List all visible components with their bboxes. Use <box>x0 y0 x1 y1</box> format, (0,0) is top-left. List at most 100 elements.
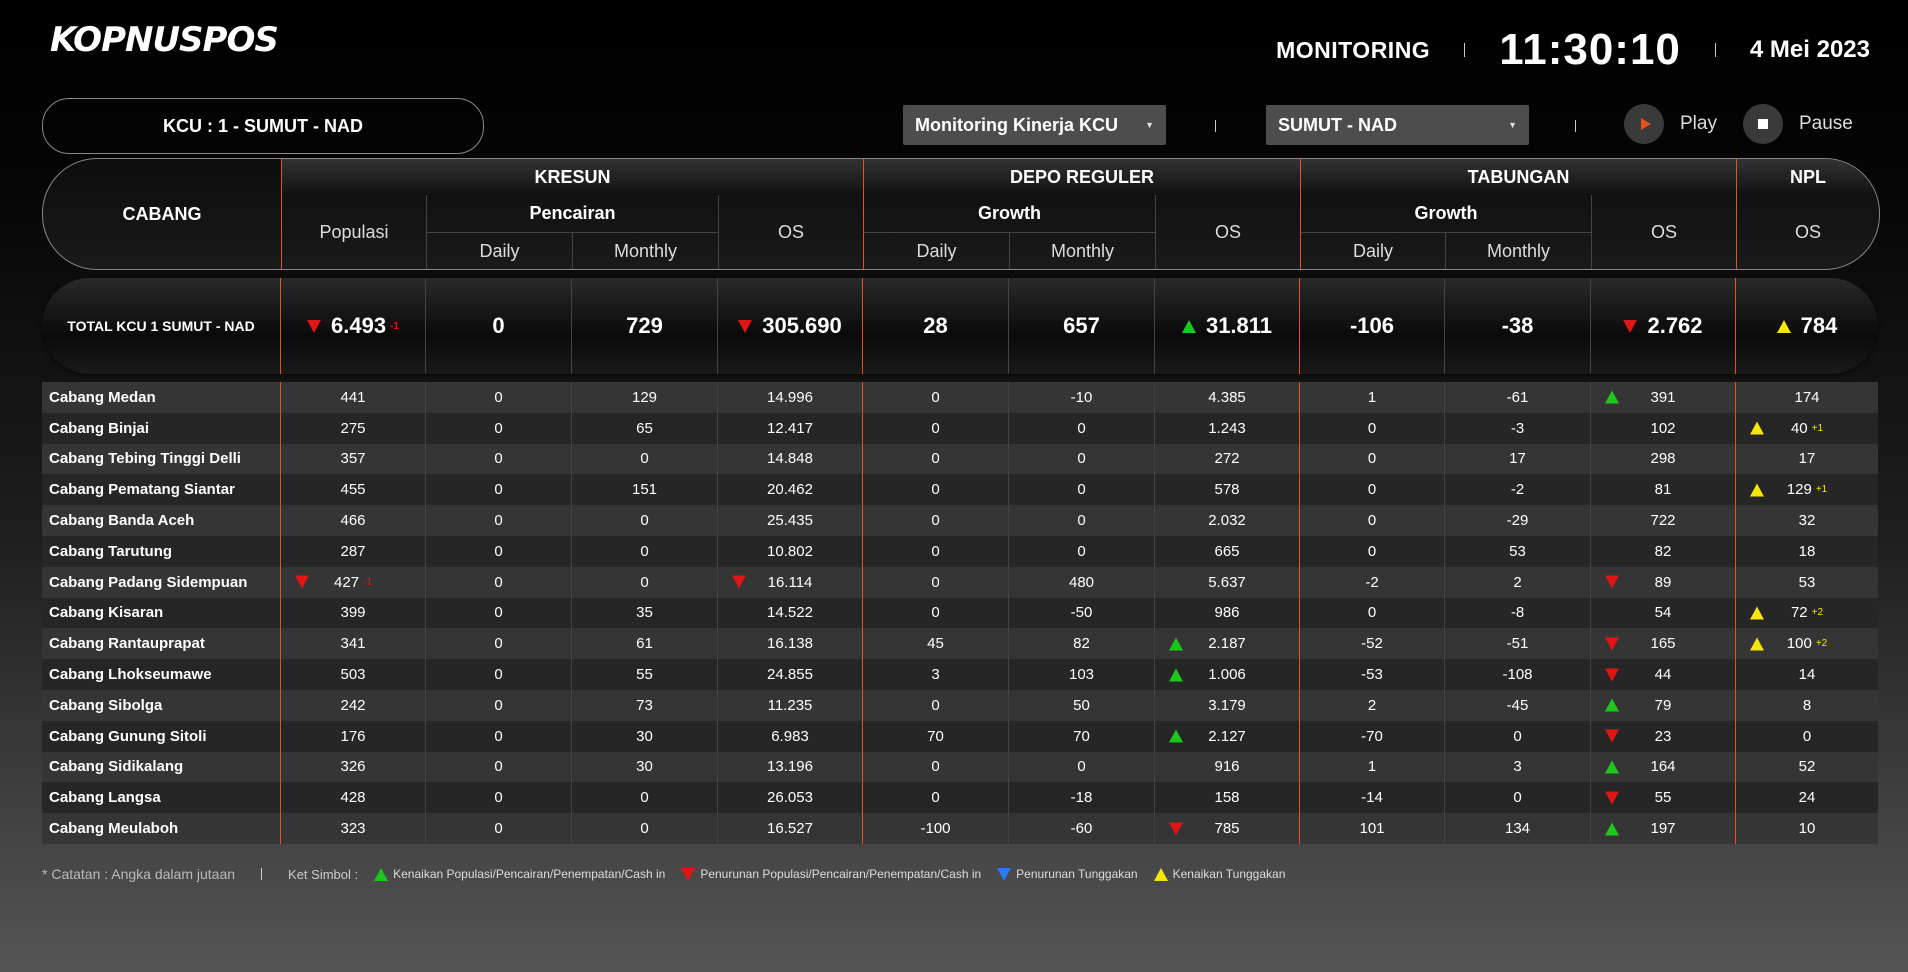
table-cell: -50 <box>1008 597 1154 629</box>
cell-value: 10 <box>1798 820 1816 838</box>
divider <box>1464 43 1466 57</box>
branch-name: Cabang Kisaran <box>49 604 164 622</box>
cell-value: 2.187 <box>1208 635 1246 653</box>
group-depo-reguler: DEPO REGULER <box>863 159 1300 195</box>
cell-value: 0 <box>1367 512 1377 530</box>
view-select-value: Monitoring Kinerja KCU <box>915 114 1118 135</box>
cell-value: 24.855 <box>767 666 813 684</box>
cell-value: 0 <box>1367 450 1377 468</box>
legend-note: * Catatan : Angka dalam jutaan <box>42 866 236 882</box>
cell-value: 916 <box>1214 758 1240 776</box>
cell-value: 3 <box>1513 758 1522 776</box>
cell-value: 503 <box>340 666 366 684</box>
cell-value: 4.385 <box>1208 388 1246 406</box>
kcu-label: KCU : 1 - SUMUT - NAD <box>42 98 484 154</box>
cell-value: 0 <box>494 789 503 807</box>
total-cell: 28 <box>862 278 1008 374</box>
total-cell: 0 <box>425 278 571 374</box>
branch-name: Cabang Banda Aceh <box>49 512 195 530</box>
table-row: Cabang Padang Sidempuan 427 -1 0 0 16.114 0 480… <box>42 566 1878 598</box>
branch-name: Cabang Lhokseumawe <box>49 666 212 684</box>
table-cell: 70 <box>862 720 1008 752</box>
play-button[interactable]: Play <box>1624 104 1717 144</box>
cell-value: 399 <box>340 604 366 622</box>
cell-value: 298 <box>1650 450 1676 468</box>
table-cell: 17 <box>1444 443 1590 475</box>
table-cell: 14.522 <box>717 597 862 629</box>
cell-value: 54 <box>1654 604 1672 622</box>
triangle-down-red-icon <box>1623 319 1638 333</box>
table-cell: 0 <box>425 474 571 506</box>
cell-value: 0 <box>931 542 940 560</box>
table-cell: 5.637 <box>1154 566 1299 598</box>
cell-value: 722 <box>1650 512 1676 530</box>
branch-name: Cabang Meulaboh <box>49 820 179 838</box>
total-cell: 6.493 -1 <box>280 278 425 374</box>
cell-value: 16.527 <box>767 820 813 838</box>
table-cell: 1.243 <box>1154 412 1299 444</box>
table-cell: 0 <box>862 689 1008 721</box>
divider <box>1714 43 1716 57</box>
cell-value: 0 <box>494 696 503 714</box>
cell-value: 2.127 <box>1208 727 1246 745</box>
table-cell: 0 <box>571 505 717 536</box>
table-cell: 0 <box>862 751 1008 783</box>
table-cell: 0 <box>862 382 1008 413</box>
cell-value: 0 <box>640 820 649 838</box>
legend-label: Kenaikan Populasi/Pencairan/Penempatan/C… <box>393 867 666 881</box>
col-kresun-daily: Daily <box>426 232 572 269</box>
group-tabungan: TABUNGAN <box>1300 159 1736 195</box>
cell-value: 24 <box>1798 789 1816 807</box>
table-cell: 0 <box>425 412 571 444</box>
table-cell: 0 <box>1008 535 1154 567</box>
table-cell: -10 <box>1008 382 1154 413</box>
table-cell: 53 <box>1735 566 1878 598</box>
table-cell: 53 <box>1444 535 1590 567</box>
table-cell: 0 <box>1299 535 1444 567</box>
cell-value: 0 <box>494 758 503 776</box>
table-cell: 61 <box>571 628 717 660</box>
table-cell: 0 <box>1008 443 1154 475</box>
cell-value: 455 <box>340 481 366 499</box>
clock: 11:30:10 <box>1499 25 1681 74</box>
table-cell: 14 <box>1735 659 1878 690</box>
cell-value: 82 <box>1073 635 1090 653</box>
cell-value: 40 <box>1790 419 1808 437</box>
cell-value: 0 <box>931 450 940 468</box>
triangle-down-red-icon <box>295 575 309 589</box>
table-cell: 427 -1 <box>280 566 425 598</box>
total-cell: 657 <box>1008 278 1154 374</box>
table-cell: 16.138 <box>717 628 862 660</box>
table-cell: -61 <box>1444 382 1590 413</box>
triangle-up-yellow-icon <box>1776 319 1791 333</box>
cell-value: 0 <box>931 758 940 776</box>
table-cell: 0 <box>1008 412 1154 444</box>
table-cell: 0 <box>571 782 717 814</box>
cell-value: -29 <box>1506 512 1529 530</box>
play-icon <box>1624 104 1664 144</box>
cell-value: 391 <box>1650 388 1676 406</box>
table-cell: 0 <box>1444 782 1590 814</box>
delta-value: +2 <box>1811 607 1824 619</box>
table-cell: 25.435 <box>717 505 862 536</box>
table-cell: 50 <box>1008 689 1154 721</box>
cell-value: 100 <box>1786 635 1812 653</box>
cell-value: 0 <box>494 635 503 653</box>
table-cell: -60 <box>1008 813 1154 844</box>
table-cell: 40 +1 <box>1735 412 1878 444</box>
region-select[interactable]: SUMUT - NAD ▼ <box>1266 105 1529 145</box>
table-cell: 24 <box>1735 782 1878 814</box>
triangle-up-yellow-icon <box>1750 483 1764 497</box>
cell-value: 31.811 <box>1205 313 1273 338</box>
pause-button[interactable]: Pause <box>1743 104 1853 144</box>
col-pencairan: Pencairan <box>426 195 718 232</box>
view-select[interactable]: Monitoring Kinerja KCU ▼ <box>903 105 1166 145</box>
cell-value: 103 <box>1068 666 1095 684</box>
table-cell: 357 <box>280 443 425 475</box>
table-cell: 102 <box>1590 412 1735 444</box>
col-cabang: CABANG <box>122 203 202 224</box>
table-cell: 129 +1 <box>1735 474 1878 506</box>
cell-value: 8 <box>1802 696 1812 714</box>
delta-value: +1 <box>1811 422 1824 434</box>
table-cell: 82 <box>1008 628 1154 660</box>
